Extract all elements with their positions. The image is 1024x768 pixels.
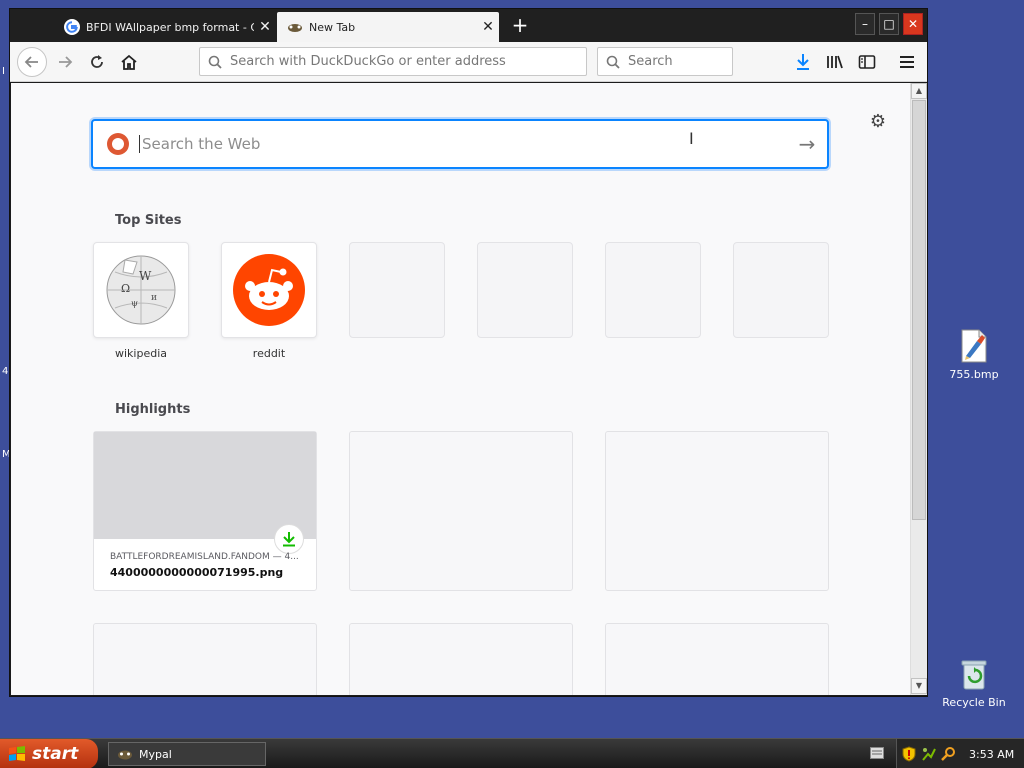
desktop-icon-755-bmp[interactable]: 755.bmp xyxy=(939,328,1009,381)
downloads-button[interactable] xyxy=(790,50,816,74)
highlight-source: BATTLEFORDREAMISLAND.FANDOM — 4... xyxy=(110,552,299,562)
desktop-icon-label: Recycle Bin xyxy=(942,696,1006,709)
taskbar: start Mypal 3:53 AM xyxy=(0,738,1024,768)
svg-text:Ω: Ω xyxy=(121,282,130,295)
svg-text:ψ: ψ xyxy=(131,299,138,309)
scroll-up-arrow-icon[interactable]: ▲ xyxy=(911,83,927,99)
maximize-button[interactable]: □ xyxy=(879,13,899,35)
search-bar-placeholder: Search xyxy=(628,54,673,69)
hamburger-menu-icon xyxy=(900,56,914,68)
home-button[interactable] xyxy=(116,50,142,74)
desktop-edge-mark: I xyxy=(2,66,5,77)
menu-button[interactable] xyxy=(894,50,920,74)
search-icon[interactable] xyxy=(941,746,957,762)
bmp-file-icon xyxy=(956,328,992,364)
google-favicon-icon xyxy=(64,19,80,35)
recycle-bin-icon xyxy=(956,656,992,692)
top-site-wikipedia[interactable]: W Ω и ψ xyxy=(93,242,189,338)
search-icon xyxy=(208,55,222,69)
address-bar[interactable]: Search with DuckDuckGo or enter address xyxy=(199,47,587,76)
svg-text:W: W xyxy=(139,269,152,283)
system-tray: 3:53 AM xyxy=(896,739,1024,768)
highlight-empty-slot xyxy=(349,623,573,695)
duckduckgo-icon xyxy=(107,133,129,155)
forward-button[interactable] xyxy=(52,50,78,74)
reload-button[interactable] xyxy=(84,50,110,74)
top-site-reddit[interactable] xyxy=(221,242,317,338)
tab-close-icon[interactable]: ✕ xyxy=(254,19,276,35)
reddit-icon xyxy=(233,254,305,326)
start-label: start xyxy=(32,744,79,764)
back-button[interactable] xyxy=(17,47,47,77)
minimize-button[interactable]: – xyxy=(855,13,875,35)
tab-strip: BFDI WAllpaper bmp format - Goo ✕ New Ta… xyxy=(10,9,927,42)
tab-new-tab[interactable]: New Tab ✕ xyxy=(277,12,499,42)
download-arrow-icon xyxy=(283,532,295,547)
highlight-empty-slot xyxy=(349,431,573,591)
highlight-filename: 4400000000000071995.png xyxy=(110,566,284,579)
top-site-label: reddit xyxy=(252,347,286,360)
tab-title: New Tab xyxy=(309,20,356,34)
tab-title: BFDI WAllpaper bmp format - Goo xyxy=(86,20,254,34)
taskbar-item-mypal[interactable]: Mypal xyxy=(108,742,266,766)
search-bar[interactable]: Search xyxy=(597,47,733,76)
svg-text:и: и xyxy=(151,293,157,303)
highlight-preview xyxy=(94,432,316,539)
security-shield-icon[interactable] xyxy=(901,746,917,762)
text-cursor-icon: I xyxy=(689,129,694,148)
search-go-arrow-icon[interactable]: → xyxy=(787,132,827,156)
start-button[interactable]: start xyxy=(0,739,98,768)
keyboard-icon[interactable] xyxy=(870,747,884,759)
clock: 3:53 AM xyxy=(969,747,1015,761)
taskbar-item-label: Mypal xyxy=(139,747,172,761)
mypal-app-icon xyxy=(118,750,132,760)
desktop-icon-recycle-bin[interactable]: Recycle Bin xyxy=(939,656,1009,709)
tab-bfdi-wallpaper[interactable]: BFDI WAllpaper bmp format - Goo ✕ xyxy=(54,12,276,42)
reload-icon xyxy=(91,55,103,68)
page-scrollbar[interactable]: ▲ ▼ xyxy=(910,83,927,695)
back-arrow-icon xyxy=(24,56,38,68)
download-badge xyxy=(274,524,304,554)
new-tab-page: Search the Web → I ⚙ Top Sites W Ω и ψ w… xyxy=(11,83,910,695)
highlights-title: Highlights xyxy=(115,402,191,417)
close-window-button[interactable]: ✕ xyxy=(903,13,923,35)
gear-icon[interactable]: ⚙ xyxy=(866,111,890,135)
sidebar-icon xyxy=(858,55,876,69)
highlight-card-download[interactable]: BATTLEFORDREAMISLAND.FANDOM — 4... 44000… xyxy=(93,431,317,591)
windows-flag-icon xyxy=(9,746,25,761)
nav-toolbar: Search with DuckDuckGo or enter address … xyxy=(10,42,927,82)
highlight-empty-slot xyxy=(605,431,829,591)
scroll-down-arrow-icon[interactable]: ▼ xyxy=(911,678,927,694)
scroll-thumb[interactable] xyxy=(912,100,926,520)
sidebar-toggle-button[interactable] xyxy=(854,50,880,74)
desktop-icon-label: 755.bmp xyxy=(949,368,999,381)
wikipedia-globe-icon: W Ω и ψ xyxy=(106,255,176,325)
new-tab-button[interactable]: + xyxy=(508,13,532,37)
top-site-empty-slot[interactable] xyxy=(733,242,829,338)
web-search-box[interactable]: Search the Web → xyxy=(91,119,829,169)
library-button[interactable] xyxy=(822,50,848,74)
network-icon[interactable] xyxy=(921,746,937,762)
download-arrow-icon xyxy=(797,54,809,70)
top-site-label: wikipedia xyxy=(114,347,167,360)
top-site-empty-slot[interactable] xyxy=(477,242,573,338)
library-icon xyxy=(827,55,843,69)
desktop-edge-mark: 4 xyxy=(2,366,9,377)
home-icon xyxy=(121,54,137,70)
address-bar-placeholder: Search with DuckDuckGo or enter address xyxy=(230,54,506,69)
top-site-empty-slot[interactable] xyxy=(605,242,701,338)
highlight-empty-slot xyxy=(93,623,317,695)
browser-window: BFDI WAllpaper bmp format - Goo ✕ New Ta… xyxy=(9,8,928,697)
forward-arrow-icon xyxy=(59,56,73,68)
top-sites-title: Top Sites xyxy=(115,213,182,228)
mypal-favicon-icon xyxy=(288,24,302,32)
top-site-empty-slot[interactable] xyxy=(349,242,445,338)
tab-close-icon[interactable]: ✕ xyxy=(477,19,499,35)
highlight-empty-slot xyxy=(605,623,829,695)
search-icon xyxy=(606,55,620,69)
